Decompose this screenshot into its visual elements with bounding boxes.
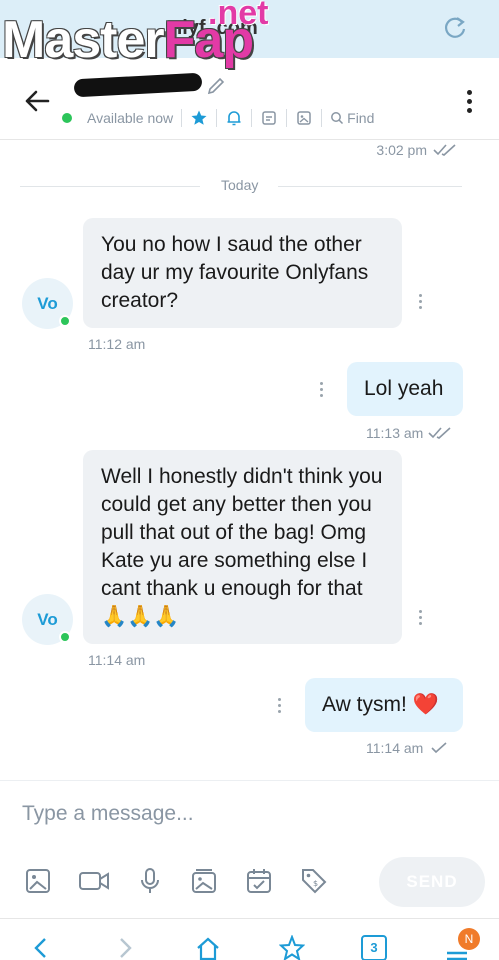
message-bubble-outgoing[interactable]: Aw tysm! ❤️ <box>305 678 463 732</box>
message-bubble-incoming[interactable]: Well I honestly didn't think you could g… <box>83 450 402 644</box>
watermark-logo: MasterFap .net <box>2 0 312 74</box>
message-time: 11:14 am <box>366 740 450 756</box>
message-input[interactable] <box>22 799 462 829</box>
message-options-icon[interactable] <box>417 294 423 312</box>
star-icon[interactable] <box>190 109 208 127</box>
microphone-icon[interactable] <box>136 867 164 895</box>
online-indicator <box>59 315 71 327</box>
bottom-navigation: 3 <box>0 918 499 960</box>
media-icon[interactable] <box>260 109 278 127</box>
check-icon <box>431 742 447 754</box>
browser-back-icon[interactable] <box>28 935 54 960</box>
browser-forward-icon[interactable] <box>112 935 138 960</box>
previous-message-time: 3:02 pm <box>376 142 459 158</box>
image-icon[interactable] <box>295 109 313 127</box>
tabs-count: 3 <box>370 940 378 955</box>
reload-icon[interactable] <box>441 14 469 42</box>
message-bubble-incoming[interactable]: You no how I saud the other day ur my fa… <box>83 218 402 328</box>
online-indicator <box>62 113 72 123</box>
day-separator: Today <box>20 176 462 196</box>
message-options-icon[interactable] <box>417 610 423 628</box>
avatar[interactable]: Vo <box>22 278 73 329</box>
message-options-icon[interactable] <box>318 382 324 400</box>
message-bubble-outgoing[interactable]: Lol yeah <box>347 362 463 416</box>
double-check-icon <box>428 427 451 439</box>
double-check-icon <box>433 144 456 156</box>
status-text: Available now <box>87 110 174 126</box>
back-arrow-icon[interactable] <box>20 84 54 118</box>
home-icon[interactable] <box>195 935 221 960</box>
contact-name-redacted[interactable]: redacted <box>73 72 203 98</box>
online-indicator <box>59 631 71 643</box>
day-separator-label: Today <box>221 177 259 193</box>
avatar[interactable]: Vo <box>22 594 73 645</box>
video-icon[interactable] <box>78 867 110 895</box>
tabs-button[interactable]: 3 <box>361 935 387 960</box>
price-tag-icon[interactable]: $ <box>300 867 328 895</box>
calendar-icon[interactable] <box>245 867 273 895</box>
status-row: Available now Find <box>62 107 374 129</box>
message-time: 11:12 am <box>88 336 146 352</box>
send-button[interactable]: SEND <box>379 857 485 907</box>
message-options-icon[interactable] <box>276 698 282 716</box>
vault-media-icon[interactable] <box>190 867 218 895</box>
notification-badge: N <box>458 928 480 950</box>
find-label: Find <box>347 110 375 126</box>
message-time: 11:14 am <box>88 652 146 668</box>
watermark-net: .net <box>208 0 269 32</box>
image-upload-icon[interactable] <box>24 867 52 895</box>
bell-icon[interactable] <box>225 109 243 127</box>
chat-header: redacted Available now Find <box>0 72 499 140</box>
message-composer: $ SEND <box>0 780 499 918</box>
more-options-icon[interactable] <box>465 90 473 116</box>
svg-text:$: $ <box>313 879 318 888</box>
message-time: 11:13 am <box>366 425 454 441</box>
search-icon <box>331 112 344 125</box>
find-button[interactable]: Find <box>330 110 374 126</box>
bookmark-star-icon[interactable] <box>279 935 305 960</box>
pencil-icon[interactable] <box>206 76 226 96</box>
